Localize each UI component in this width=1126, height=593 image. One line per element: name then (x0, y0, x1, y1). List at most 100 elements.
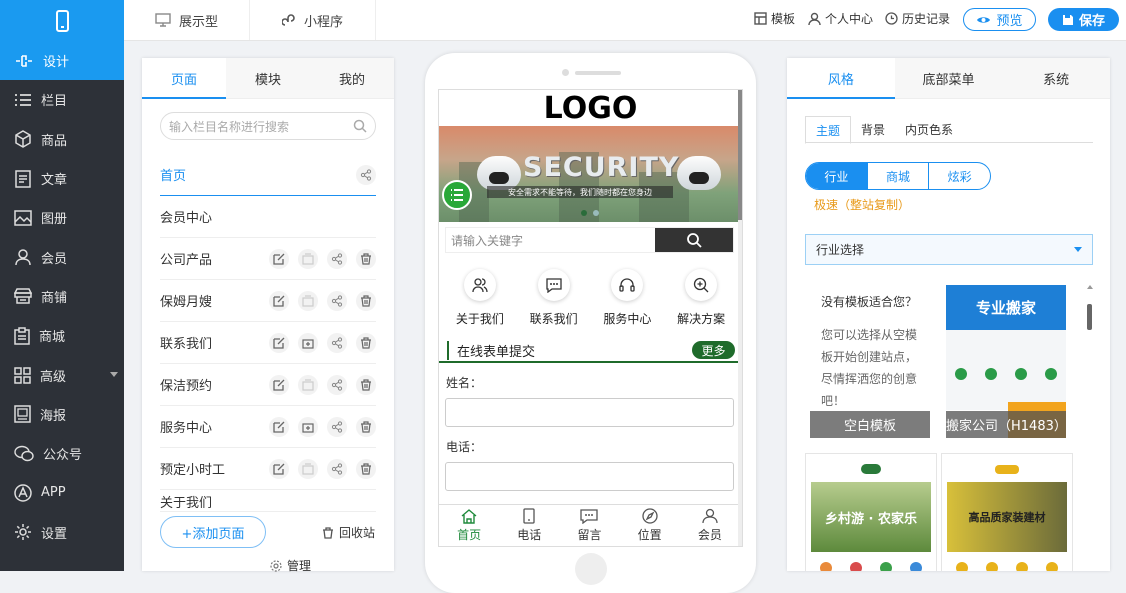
template-scroll-thumb[interactable] (1087, 304, 1092, 330)
share-icon[interactable] (327, 248, 347, 269)
keyword-search[interactable]: 请输入关键字 (445, 227, 734, 253)
segment-industry[interactable]: 行业 (806, 163, 868, 189)
sidebar-item-mall[interactable]: 商城 (0, 316, 124, 355)
mode-mini-tab[interactable]: 小程序 (250, 0, 376, 40)
tab-modules[interactable]: 模块 (226, 58, 310, 98)
edit-icon[interactable] (269, 332, 289, 353)
recycle-bin-button[interactable]: 回收站 (322, 524, 375, 541)
sidebar-item-articles[interactable]: 文章 (0, 159, 124, 198)
quick-link-solutions[interactable]: 解决方案 (677, 269, 725, 327)
tab-bottom-menu[interactable]: 底部菜单 (895, 58, 1003, 98)
template-card[interactable]: 专业搬家 搬家公司（H1483） (941, 285, 1073, 442)
quick-link-about[interactable]: 关于我们 (456, 269, 504, 327)
phone-field[interactable] (445, 462, 734, 491)
bottom-nav-member[interactable]: 会员 (698, 508, 722, 543)
name-field[interactable] (445, 398, 734, 427)
trash-icon[interactable] (356, 416, 376, 437)
preview-screen[interactable]: LOGO SECURITY 安全需求不能等待，我们随时都在您身边 请输入关键字 … (438, 89, 743, 547)
edit-icon[interactable] (269, 416, 289, 437)
subtab-theme[interactable]: 主题 (805, 116, 852, 144)
sidebar-item-products[interactable]: 商品 (0, 120, 124, 159)
template-link[interactable]: 模板 (754, 10, 795, 27)
manage-button[interactable]: 管理 (270, 557, 311, 574)
industry-select[interactable]: 行业选择 (805, 234, 1093, 265)
edit-icon[interactable] (269, 290, 289, 311)
copy-icon[interactable] (298, 290, 318, 311)
page-row[interactable]: 保洁预约 (160, 364, 376, 406)
tab-system[interactable]: 系统 (1002, 58, 1110, 98)
tab-pages[interactable]: 页面 (142, 58, 226, 99)
sidebar-item-settings[interactable]: 设置 (0, 513, 124, 552)
bottom-nav-phone[interactable]: 电话 (517, 508, 541, 543)
add-subpage-icon[interactable] (298, 332, 318, 353)
site-logo[interactable]: LOGO (439, 90, 742, 126)
sidebar-item-columns[interactable]: 栏目 (0, 80, 124, 119)
menu-icon[interactable] (442, 180, 472, 210)
personal-center-link[interactable]: 个人中心 (808, 10, 873, 27)
page-row[interactable]: 服务中心 (160, 406, 376, 448)
keyword-search-button[interactable] (655, 228, 733, 252)
page-search-input[interactable]: 输入栏目名称进行搜索 (160, 112, 376, 140)
page-row[interactable]: 保姆月嫂 (160, 280, 376, 322)
more-button[interactable]: 更多 (692, 341, 735, 359)
sidebar-item-advanced[interactable]: 高级 (0, 355, 124, 394)
trash-icon[interactable] (356, 290, 376, 311)
page-row[interactable]: 首页 (160, 154, 376, 196)
trash-icon[interactable] (356, 458, 376, 479)
sidebar-item-posters[interactable]: 海报 (0, 395, 124, 434)
segment-mall[interactable]: 商城 (868, 163, 930, 189)
share-icon[interactable] (356, 164, 376, 185)
banner-image[interactable]: SECURITY 安全需求不能等待，我们随时都在您身边 (439, 126, 742, 222)
add-page-button[interactable]: +添加页面 (160, 516, 266, 548)
keyword-search-input[interactable]: 请输入关键字 (446, 228, 655, 252)
scroll-up-icon[interactable] (1087, 285, 1093, 289)
sidebar-item-albums[interactable]: 图册 (0, 198, 124, 237)
preview-scroll-thumb[interactable] (738, 90, 742, 220)
quick-link-contact[interactable]: 联系我们 (530, 269, 578, 327)
share-icon[interactable] (327, 374, 347, 395)
share-icon[interactable] (327, 332, 347, 353)
trash-icon[interactable] (356, 248, 376, 269)
mode-display-tab[interactable]: 展示型 (124, 0, 250, 40)
sidebar-item-members[interactable]: 会员 (0, 237, 124, 276)
page-row[interactable]: 联系我们 (160, 322, 376, 364)
subtab-inner-color[interactable]: 内页色系 (895, 116, 963, 143)
segment-colorful[interactable]: 炫彩 (929, 163, 990, 189)
sidebar-item-app[interactable]: APP (0, 473, 124, 512)
share-icon[interactable] (327, 416, 347, 437)
page-row[interactable]: 预定小时工 (160, 448, 376, 490)
sidebar-item-wechat[interactable]: 公众号 (0, 434, 124, 473)
trash-icon[interactable] (356, 374, 376, 395)
template-card[interactable]: 高品质家装建材 (941, 453, 1073, 571)
edit-icon[interactable] (269, 374, 289, 395)
copy-icon[interactable] (298, 374, 318, 395)
copy-icon[interactable] (298, 248, 318, 269)
quick-link-service[interactable]: 服务中心 (603, 269, 651, 327)
blank-template-card[interactable]: 没有模板适合您？ 您可以选择从空模板开始创建站点，尽情挥洒您的创意吧！ 空白模板 (805, 285, 937, 442)
app-logo[interactable] (0, 0, 124, 41)
edit-icon[interactable] (269, 248, 289, 269)
subtab-background[interactable]: 背景 (851, 116, 895, 143)
tab-mine[interactable]: 我的 (310, 58, 394, 98)
page-row[interactable]: 公司产品 (160, 238, 376, 280)
share-icon[interactable] (327, 458, 347, 479)
add-subpage-icon[interactable] (298, 416, 318, 437)
template-card[interactable]: 乡村游 · 农家乐 (805, 453, 937, 571)
share-icon[interactable] (327, 290, 347, 311)
speed-copy-link[interactable]: 极速（整站复制） (814, 196, 1110, 213)
copy-icon[interactable] (298, 458, 318, 479)
bottom-nav-location[interactable]: 位置 (638, 508, 662, 543)
sidebar-item-shops[interactable]: 商铺 (0, 277, 124, 316)
tab-style[interactable]: 风格 (787, 58, 895, 99)
page-row[interactable]: 会员中心 (160, 196, 376, 238)
page-row[interactable]: 关于我们 (160, 490, 376, 512)
history-link[interactable]: 历史记录 (885, 10, 950, 27)
template-scrollbar[interactable] (1087, 285, 1093, 571)
preview-button[interactable]: 预览 (963, 8, 1036, 31)
edit-icon[interactable] (269, 458, 289, 479)
carousel-dots[interactable] (581, 210, 599, 216)
trash-icon[interactable] (356, 332, 376, 353)
bottom-nav-home[interactable]: 首页 (457, 508, 481, 543)
sidebar-item-design[interactable]: 设计 (0, 41, 124, 81)
preview-scrollbar[interactable] (738, 90, 742, 546)
